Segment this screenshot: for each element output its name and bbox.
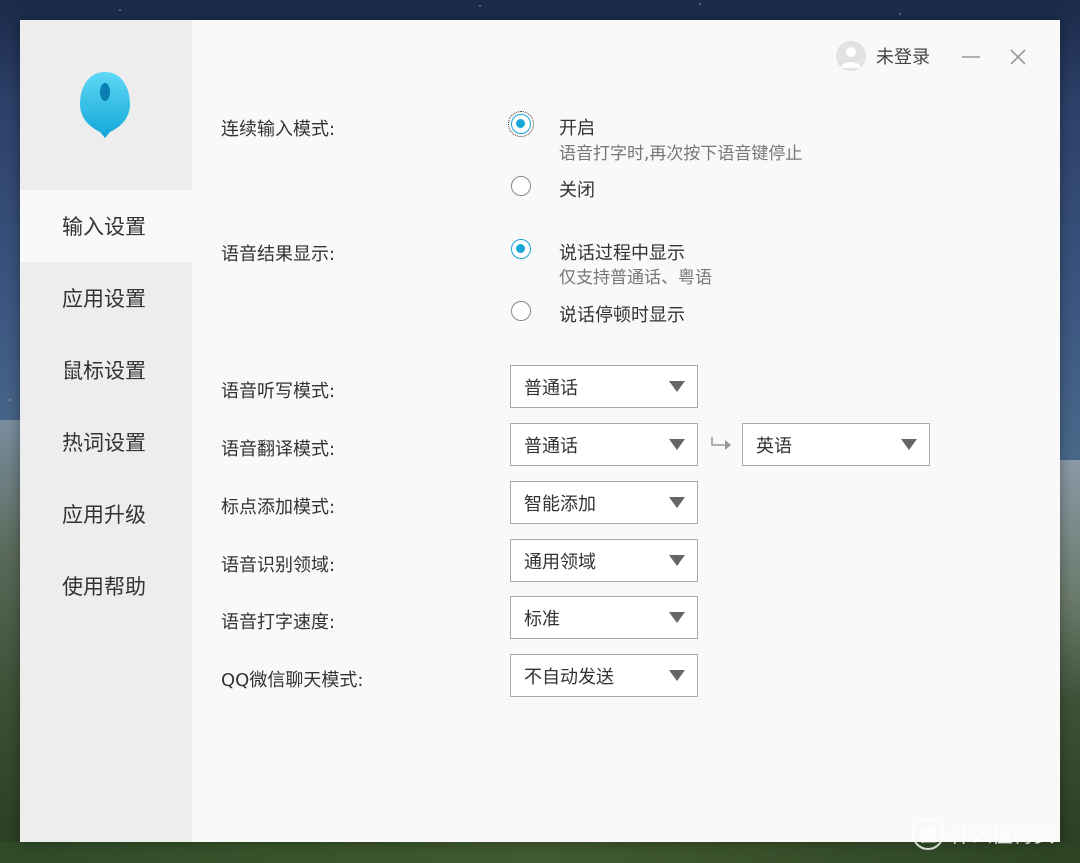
- sidebar-item-mouse-settings[interactable]: 鼠标设置: [20, 334, 192, 406]
- result-display-pause-label[interactable]: 说话停顿时显示: [559, 301, 685, 327]
- desktop-scenery-right: [1058, 460, 1080, 863]
- continuous-mode-off-label[interactable]: 关闭: [559, 176, 595, 202]
- watermark: 值 什么值得买: [912, 818, 1055, 850]
- sidebar-item-app-settings[interactable]: 应用设置: [20, 262, 192, 334]
- qq-wechat-mode-label: QQ微信聊天模式:: [221, 670, 364, 691]
- result-display-pause-radio[interactable]: [511, 301, 531, 321]
- continuous-mode-on-radio[interactable]: [508, 111, 534, 137]
- chevron-down-icon: [669, 555, 685, 566]
- sidebar-item-app-upgrade[interactable]: 应用升级: [20, 478, 192, 550]
- typing-speed-value: 标准: [524, 608, 560, 630]
- recognition-domain-value: 通用领域: [524, 551, 596, 573]
- translation-mode-label: 语音翻译模式:: [221, 439, 336, 460]
- qq-wechat-mode-select[interactable]: 不自动发送: [510, 654, 698, 697]
- punctuation-mode-select[interactable]: 智能添加: [510, 481, 698, 524]
- typing-speed-select[interactable]: 标准: [510, 596, 698, 639]
- result-display-label: 语音结果显示:: [221, 244, 336, 265]
- chevron-down-icon: [669, 381, 685, 392]
- chevron-down-icon: [669, 612, 685, 623]
- desktop-scenery-left: [0, 420, 22, 863]
- continuous-mode-label: 连续输入模式:: [221, 119, 336, 140]
- qq-wechat-mode-value: 不自动发送: [524, 666, 614, 688]
- avatar-icon: [836, 41, 866, 71]
- recognition-domain-label: 语音识别领域:: [221, 555, 336, 576]
- minimize-icon[interactable]: [960, 46, 982, 68]
- dictation-mode-value: 普通话: [524, 377, 578, 399]
- settings-window: 输入设置 应用设置 鼠标设置 热词设置 应用升级 使用帮助 未登录 连续输入模式…: [20, 20, 1060, 842]
- chevron-down-icon: [669, 497, 685, 508]
- dictation-mode-label: 语音听写模式:: [221, 381, 336, 402]
- result-display-during-radio[interactable]: [511, 239, 531, 259]
- punctuation-mode-value: 智能添加: [524, 493, 596, 515]
- translation-to-select[interactable]: 英语: [742, 423, 930, 466]
- result-display-during-label[interactable]: 说话过程中显示: [559, 239, 685, 265]
- translation-from-value: 普通话: [524, 435, 578, 457]
- continuous-mode-off-radio[interactable]: [511, 176, 531, 196]
- continuous-mode-on-hint: 语音打字时,再次按下语音键停止: [559, 144, 803, 164]
- user-login[interactable]: 未登录: [836, 41, 930, 71]
- translation-to-value: 英语: [756, 435, 792, 457]
- sidebar-item-help[interactable]: 使用帮助: [20, 550, 192, 622]
- recognition-domain-select[interactable]: 通用领域: [510, 539, 698, 582]
- sidebar: 输入设置 应用设置 鼠标设置 热词设置 应用升级 使用帮助: [20, 20, 192, 842]
- watermark-text: 什么值得买: [950, 823, 1055, 847]
- continuous-mode-on-label[interactable]: 开启: [559, 114, 595, 140]
- sidebar-item-input-settings[interactable]: 输入设置: [20, 190, 192, 262]
- app-logo-icon: [80, 72, 130, 138]
- typing-speed-label: 语音打字速度:: [221, 612, 336, 633]
- login-status-text: 未登录: [876, 47, 930, 68]
- dictation-mode-select[interactable]: 普通话: [510, 365, 698, 408]
- result-display-during-hint: 仅支持普通话、粤语: [559, 268, 712, 288]
- chevron-down-icon: [901, 439, 917, 450]
- sidebar-item-hotword-settings[interactable]: 热词设置: [20, 406, 192, 478]
- translation-from-select[interactable]: 普通话: [510, 423, 698, 466]
- chevron-down-icon: [669, 670, 685, 681]
- translate-arrow-icon: [711, 437, 731, 450]
- punctuation-mode-label: 标点添加模式:: [221, 497, 336, 518]
- watermark-logo-icon: 值: [912, 818, 944, 850]
- close-icon[interactable]: [1007, 46, 1029, 68]
- chevron-down-icon: [669, 439, 685, 450]
